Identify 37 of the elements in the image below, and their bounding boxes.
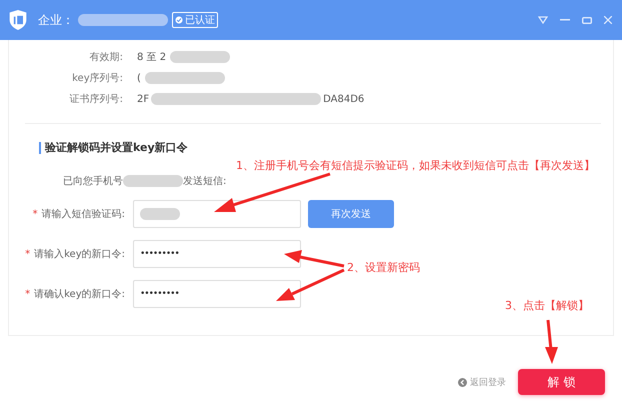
resend-button[interactable]: 再次发送: [308, 200, 394, 228]
window-title: 企业：: [38, 12, 74, 28]
redaction-blur: [170, 51, 230, 63]
info-value: (: [137, 72, 141, 84]
minimize-icon[interactable]: [560, 19, 570, 21]
maximize-icon[interactable]: [582, 16, 592, 24]
redaction-blur: [123, 175, 183, 187]
info-value: 8 至 2: [137, 51, 166, 64]
section-title: 验证解锁码并设置key新口令: [39, 142, 613, 154]
input-field[interactable]: [133, 200, 301, 228]
unlock-button[interactable]: 解 锁: [518, 369, 605, 395]
input-field[interactable]: •••••••••: [133, 280, 301, 308]
field-label: 请输入key的新口令:: [34, 249, 125, 260]
verified-badge: 已认证: [172, 12, 218, 28]
info-value: 2F: [137, 94, 150, 104]
required-mark: *: [25, 289, 30, 300]
annotation-text: 1、注册手机号会有短信提示验证码，如果未收到短信可点击【再次发送】: [236, 158, 595, 173]
annotation-text: 3、点击【解锁】: [505, 298, 589, 313]
info-label: key序列号:: [71, 72, 123, 85]
back-arrow-icon[interactable]: [458, 378, 467, 386]
info-label: 有效期:: [88, 50, 123, 64]
close-icon[interactable]: [604, 16, 612, 24]
dropdown-icon[interactable]: [538, 16, 548, 24]
info-value: DA84D6: [323, 94, 364, 104]
arrow: [545, 320, 558, 364]
input-field[interactable]: •••••••••: [133, 240, 301, 268]
redaction-blur: [140, 208, 180, 220]
sms-text: 已向您手机号: [63, 174, 123, 188]
sms-text: 发送短信:: [183, 175, 226, 188]
info-label: 证书序列号:: [68, 92, 123, 106]
shield-logo-icon: [8, 9, 28, 31]
required-mark: *: [25, 249, 30, 260]
annotation-text: 2、设置新密码: [347, 260, 420, 275]
field-label: 请确认key的新口令:: [34, 289, 125, 300]
back-to-login-link[interactable]: 返回登录: [470, 376, 506, 388]
required-mark: *: [32, 209, 38, 220]
field-label: 请输入短信验证码:: [42, 209, 125, 220]
